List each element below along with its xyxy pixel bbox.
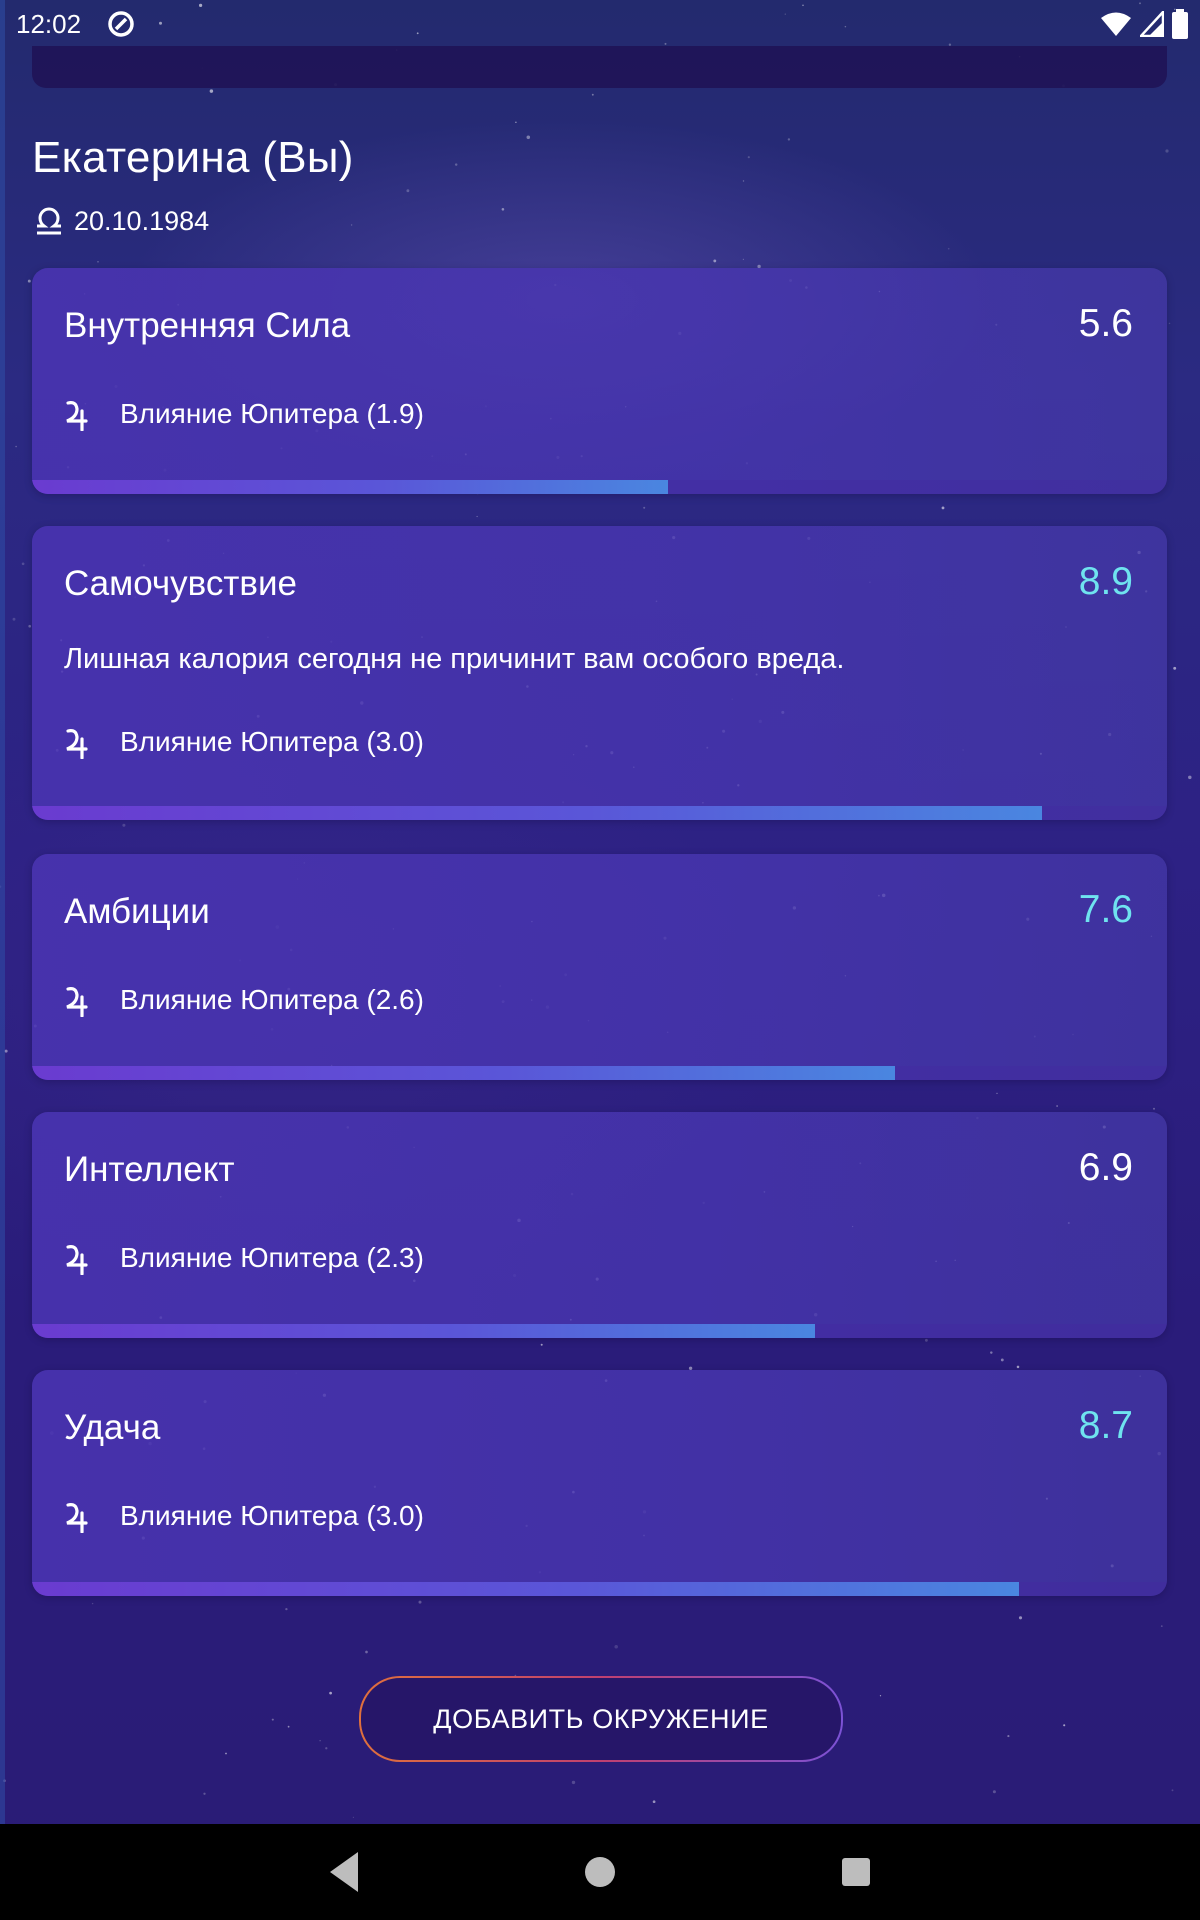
forecast-card-ambitions[interactable]: Амбиции 7.6 Влияние Юпитера (2.6): [32, 854, 1167, 1080]
influence-text: Влияние Юпитера (2.3): [120, 1242, 424, 1273]
card-influence: Влияние Юпитера (1.9): [64, 394, 424, 434]
card-influence: Влияние Юпитера (3.0): [64, 722, 424, 762]
progress-fill: [32, 1066, 895, 1080]
influence-text: Влияние Юпитера (2.6): [120, 984, 424, 1015]
card-score: 7.6: [1078, 888, 1133, 931]
card-score: 8.9: [1078, 560, 1133, 603]
progress-fill: [32, 806, 1043, 820]
battery-icon: [1172, 9, 1188, 39]
card-influence: Влияние Юпитера (3.0): [64, 1496, 424, 1536]
card-influence: Влияние Юпитера (2.6): [64, 980, 424, 1020]
forecast-card-wellbeing[interactable]: Самочувствие 8.9 Лишная калория сегодня …: [32, 526, 1167, 820]
home-icon[interactable]: [584, 1856, 616, 1888]
progress-track: [32, 1324, 1167, 1338]
card-description: Лишная калория сегодня не причинит вам о…: [64, 643, 845, 675]
status-indicators: [1100, 8, 1188, 40]
progress-fill: [32, 1324, 816, 1338]
signal-icon: [1140, 11, 1164, 37]
status-time: 12:02: [16, 9, 82, 39]
progress-track: [32, 1582, 1167, 1596]
card-score: 8.7: [1078, 1404, 1133, 1447]
card-title: Внутренняя Сила: [64, 306, 351, 345]
progress-fill: [32, 1582, 1020, 1596]
card-title: Амбиции: [64, 892, 210, 931]
jupiter-icon: [66, 1503, 88, 1533]
profile-birth-date: 20.10.1984: [34, 204, 209, 238]
jupiter-icon: [66, 987, 88, 1017]
jupiter-icon: [66, 401, 88, 431]
back-icon[interactable]: [324, 1848, 364, 1896]
forecast-card-inner-strength[interactable]: Внутренняя Сила 5.6 Влияние Юпитера (1.9…: [32, 268, 1167, 494]
progress-fill: [32, 480, 668, 494]
birth-date-text: 20.10.1984: [74, 205, 210, 236]
card-title: Самочувствие: [64, 564, 297, 603]
jupiter-icon: [66, 1245, 88, 1275]
progress-track: [32, 480, 1167, 494]
card-score: 6.9: [1078, 1146, 1133, 1189]
window-edge: [0, 0, 5, 1824]
card-title: Интеллект: [64, 1150, 235, 1189]
app-notification-icon: [108, 11, 134, 37]
card-title: Удача: [64, 1408, 161, 1447]
collapsed-header-panel: [32, 46, 1167, 88]
influence-text: Влияние Юпитера (3.0): [120, 726, 424, 757]
recent-apps-icon[interactable]: [841, 1857, 871, 1887]
forecast-card-luck[interactable]: Удача 8.7 Влияние Юпитера (3.0): [32, 1370, 1167, 1596]
libra-icon: [37, 207, 61, 235]
add-surroundings-button[interactable]: ДОБАВИТЬ ОКРУЖЕНИЕ: [359, 1676, 843, 1762]
navigation-bar: [0, 1824, 1200, 1920]
influence-text: Влияние Юпитера (1.9): [120, 398, 424, 429]
influence-text: Влияние Юпитера (3.0): [120, 1500, 424, 1531]
progress-track: [32, 806, 1167, 820]
profile-name: Екатерина (Вы): [32, 133, 354, 182]
wifi-icon: [1101, 12, 1131, 36]
jupiter-icon: [66, 729, 88, 759]
progress-track: [32, 1066, 1167, 1080]
status-bar: 12:02: [0, 0, 1200, 48]
forecast-card-intellect[interactable]: Интеллект 6.9 Влияние Юпитера (2.3): [32, 1112, 1167, 1338]
card-influence: Влияние Юпитера (2.3): [64, 1238, 424, 1278]
card-score: 5.6: [1078, 302, 1133, 345]
